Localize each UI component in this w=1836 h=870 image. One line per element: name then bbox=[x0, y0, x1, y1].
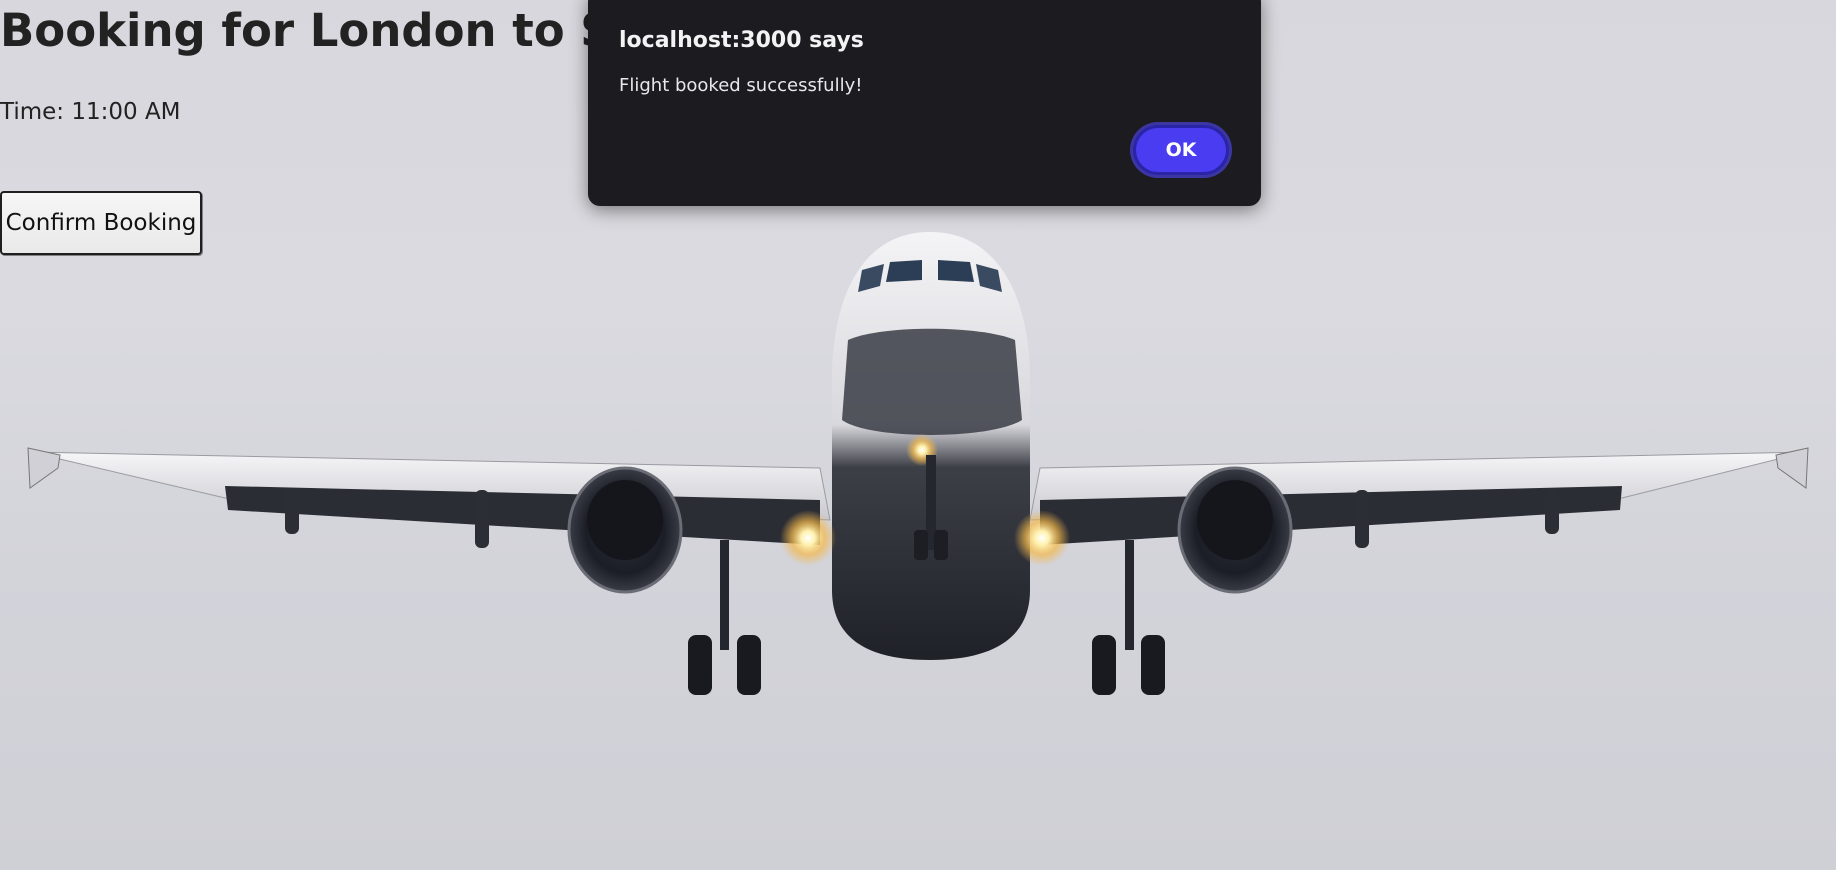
flight-time: Time: 11:00 AM bbox=[0, 99, 181, 125]
confirm-booking-button[interactable]: Confirm Booking bbox=[0, 191, 202, 255]
dialog-origin-title: localhost:3000 says bbox=[619, 28, 864, 53]
dialog-ok-button[interactable]: OK bbox=[1133, 125, 1229, 175]
alert-dialog: localhost:3000 says Flight booked succes… bbox=[588, 0, 1261, 206]
dialog-message: Flight booked successfully! bbox=[619, 75, 863, 96]
